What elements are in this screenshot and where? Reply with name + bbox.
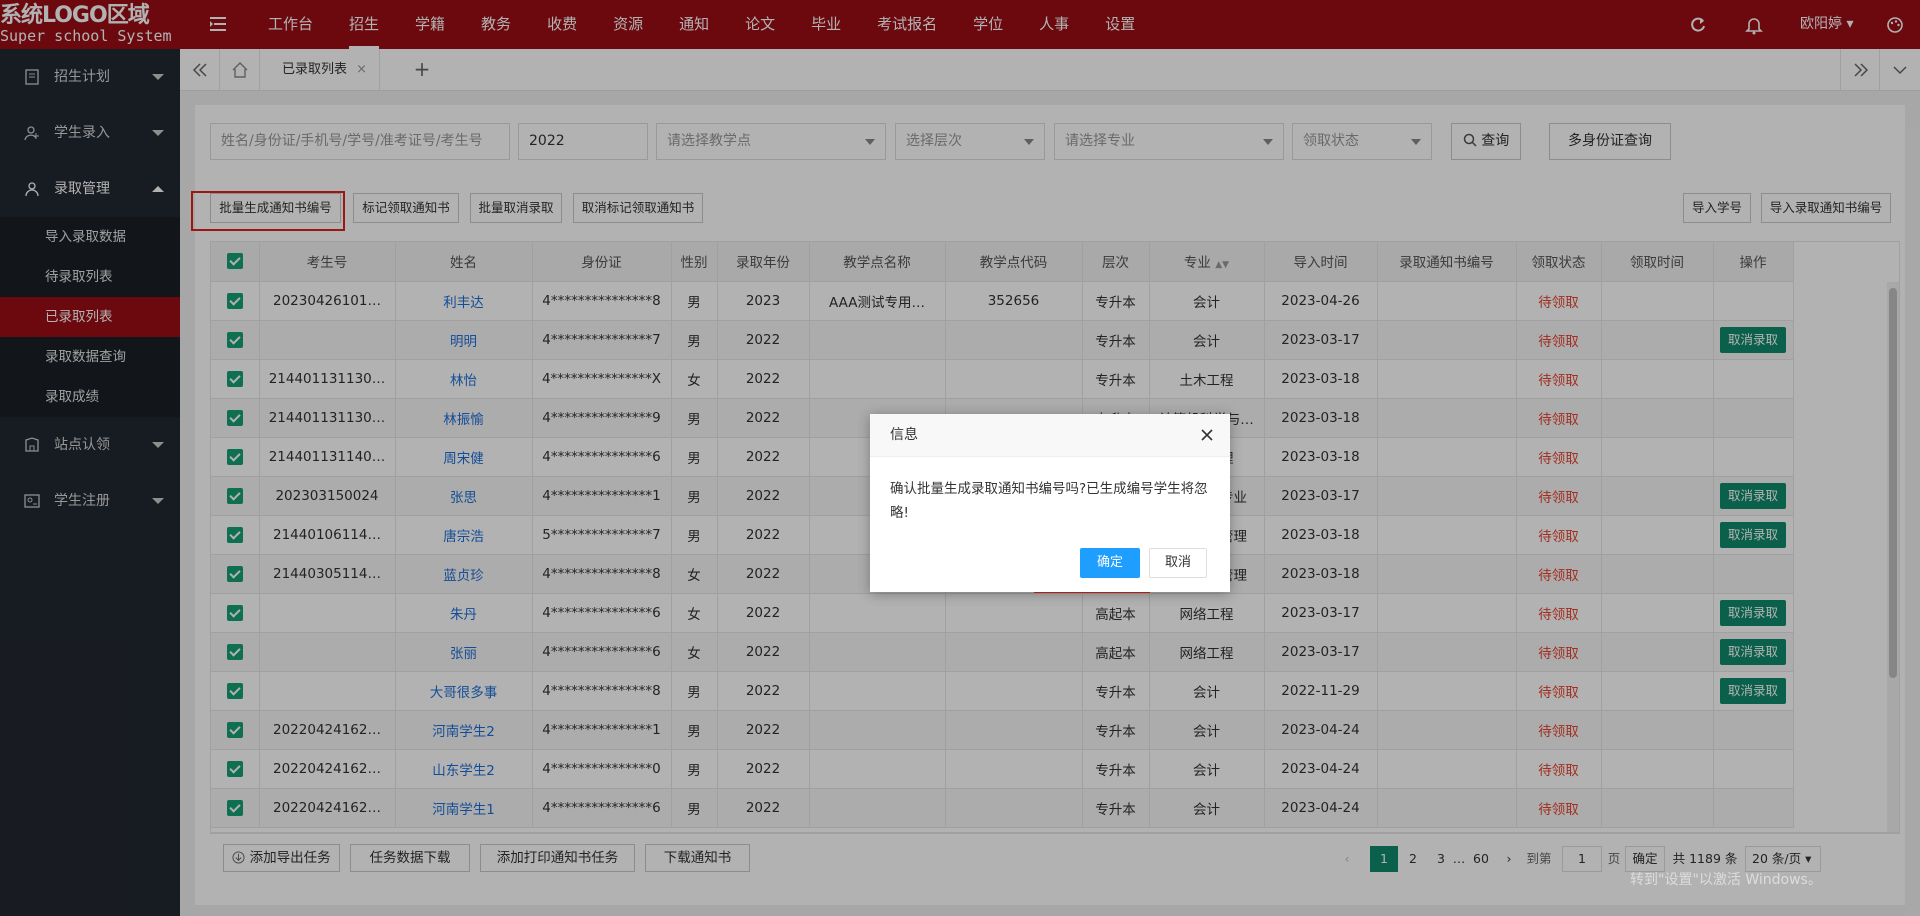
close-icon[interactable] — [1200, 428, 1214, 442]
dialog-title: 信息 — [890, 427, 918, 443]
confirm-dialog: 信息 确认批量生成录取通知书编号吗?已生成编号学生将忽略! 确定 取消 — [870, 414, 1230, 592]
confirm-ok-button[interactable]: 确定 — [1080, 548, 1140, 578]
windows-activation-watermark: 转到"设置"以激活 Windows。 — [1630, 872, 1822, 888]
dialog-message: 确认批量生成录取通知书编号吗?已生成编号学生将忽略! — [890, 481, 1208, 521]
dialog-header: 信息 — [870, 414, 1230, 457]
confirm-cancel-button[interactable]: 取消 — [1149, 548, 1207, 578]
